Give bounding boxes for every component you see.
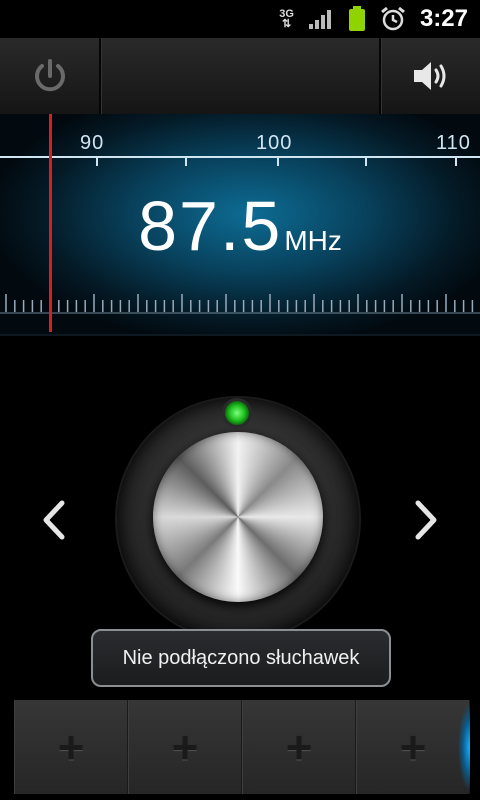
add-preset-icon: + — [57, 721, 85, 773]
preset-slot-1[interactable]: + — [14, 700, 128, 794]
frequency-value: 87.5 — [138, 187, 283, 265]
seek-next-button[interactable] — [406, 496, 446, 544]
add-preset-icon: + — [285, 721, 313, 773]
radio-toolbar — [0, 38, 480, 115]
status-time: 3:27 — [419, 5, 468, 32]
preset-slot-4[interactable]: + — [356, 700, 470, 794]
toolbar-divider — [99, 38, 102, 114]
tuning-knob[interactable] — [117, 398, 359, 640]
preset-slot-2[interactable]: + — [128, 700, 242, 794]
status-bar: 3G ⇅ 3:27 — [0, 0, 480, 38]
tuner-needle[interactable] — [49, 114, 52, 332]
preset-bar: + + + + — [14, 700, 470, 794]
chevron-left-icon — [43, 500, 65, 540]
3g-data-icon: 3G ⇅ — [279, 8, 294, 30]
speaker-button[interactable] — [382, 38, 480, 114]
preset-scroll-indicator — [456, 700, 470, 794]
toast-text: Nie podłączono słuchawek — [122, 646, 360, 669]
frequency-display: 87.5MHz — [0, 186, 480, 266]
preset-slot-3[interactable]: + — [242, 700, 356, 794]
battery-icon — [348, 6, 366, 32]
power-button[interactable] — [0, 38, 100, 114]
toast-message: Nie podłączono słuchawek — [91, 629, 391, 687]
frequency-unit: MHz — [284, 225, 342, 256]
knob-dial[interactable] — [153, 432, 323, 602]
alarm-icon — [380, 6, 406, 32]
seek-prev-button[interactable] — [34, 496, 74, 544]
knob-indicator-led — [225, 401, 249, 425]
speaker-icon — [414, 62, 446, 90]
power-icon — [35, 59, 65, 92]
add-preset-icon: + — [171, 721, 199, 773]
chevron-right-icon — [415, 500, 437, 540]
frequency-tuner[interactable]: 90 100 110 87.5MHz — [0, 114, 480, 336]
signal-icon — [308, 8, 334, 30]
add-preset-icon: + — [399, 721, 427, 773]
